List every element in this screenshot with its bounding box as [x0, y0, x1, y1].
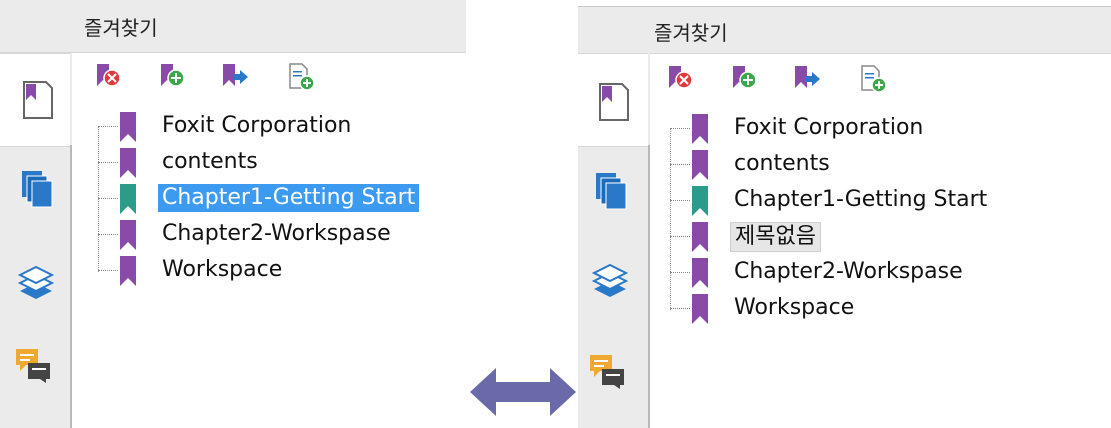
bookmark-item[interactable]: Chapter1-Getting Start: [670, 184, 1070, 218]
tree-branch: [670, 308, 690, 309]
panel-title: 즐겨찾기: [84, 16, 158, 40]
tree-branch: [98, 162, 118, 163]
panel-title: 즐겨찾기: [654, 21, 728, 45]
bookmark-label: contents: [734, 151, 830, 176]
bookmark-icon: [120, 220, 136, 250]
bookmark-icon: [692, 150, 708, 180]
bookmark-label: Workspace: [734, 295, 855, 320]
side-tab-strip: [578, 53, 650, 428]
bookmark-label: Chapter2-Workspase: [162, 221, 391, 246]
bookmark-icon: [692, 294, 708, 324]
pages-panel-icon[interactable]: [592, 171, 632, 211]
bookmark-icon: [120, 184, 136, 214]
tree-branch: [670, 272, 690, 273]
panel-header: 즐겨찾기: [578, 6, 1111, 54]
move-bookmark-icon[interactable]: [220, 62, 250, 92]
tree-branch: [98, 198, 118, 199]
bookmark-icon: [692, 222, 708, 252]
bookmark-icon: [692, 258, 708, 288]
bookmark-icon: [120, 256, 136, 286]
bookmark-icon: [120, 112, 136, 142]
bookmarks-panel-after: 즐겨찾기 Foxit Corporation contents Chapter1…: [578, 0, 1111, 428]
bookmark-item[interactable]: contents: [670, 148, 1070, 182]
bookmark-label: Foxit Corporation: [162, 113, 352, 138]
tab-bookmarks[interactable]: [578, 53, 648, 147]
bookmarks-panel-icon: [23, 81, 53, 119]
tree-branch: [670, 200, 690, 201]
layers-panel-icon[interactable]: [16, 263, 56, 303]
bookmarks-panel-before: 즐겨찾기 Foxit Corporation contents Chapter1…: [0, 0, 466, 428]
comments-panel-icon[interactable]: [586, 351, 626, 391]
bookmark-item[interactable]: Foxit Corporation: [670, 112, 1070, 146]
bookmark-rename-field[interactable]: 제목없음: [730, 222, 821, 252]
tree-branch: [670, 128, 690, 129]
bookmark-icon: [692, 114, 708, 144]
pages-panel-icon[interactable]: [18, 169, 58, 209]
new-page-bookmark-icon[interactable]: [858, 64, 888, 94]
delete-bookmark-icon[interactable]: [94, 62, 124, 92]
tree-branch: [670, 236, 690, 237]
tree-branch: [98, 126, 118, 127]
bookmark-item[interactable]: Chapter2-Workspase: [670, 256, 1070, 290]
bookmark-icon: [692, 186, 708, 216]
bookmark-item[interactable]: Foxit Corporation: [98, 110, 498, 144]
bookmark-item[interactable]: Chapter2-Workspase: [98, 218, 498, 252]
bookmark-item-editing[interactable]: 제목없음: [670, 220, 1070, 254]
add-bookmark-icon[interactable]: [158, 62, 188, 92]
rail-divider: [70, 145, 72, 428]
bookmark-label: Chapter1-Getting Start: [158, 184, 420, 212]
bookmark-item-selected[interactable]: Chapter1-Getting Start: [98, 182, 498, 216]
move-bookmark-icon[interactable]: [792, 64, 822, 94]
new-page-bookmark-icon[interactable]: [286, 62, 316, 92]
rail-divider: [648, 145, 650, 428]
tree-branch: [98, 270, 118, 271]
bookmark-item[interactable]: Workspace: [98, 254, 498, 288]
side-tab-strip: [0, 53, 72, 428]
tab-bookmarks[interactable]: [0, 53, 70, 147]
bookmark-item[interactable]: Workspace: [670, 292, 1070, 326]
double-arrow-icon: [470, 368, 576, 416]
layers-panel-icon[interactable]: [590, 261, 630, 301]
bookmarks-panel-icon: [599, 83, 629, 121]
bookmark-label: contents: [162, 149, 258, 174]
delete-bookmark-icon[interactable]: [666, 64, 696, 94]
bookmark-label: Chapter2-Workspase: [734, 259, 963, 284]
tree-branch: [670, 164, 690, 165]
comments-panel-icon[interactable]: [12, 345, 52, 385]
tree-branch: [98, 234, 118, 235]
panel-header: 즐겨찾기: [0, 0, 466, 53]
bookmark-icon: [120, 148, 136, 178]
bookmark-label: Foxit Corporation: [734, 115, 924, 140]
add-bookmark-icon[interactable]: [730, 64, 760, 94]
bookmark-label: Workspace: [162, 257, 283, 282]
bookmark-item[interactable]: contents: [98, 146, 498, 180]
bookmark-label: Chapter1-Getting Start: [734, 187, 988, 212]
